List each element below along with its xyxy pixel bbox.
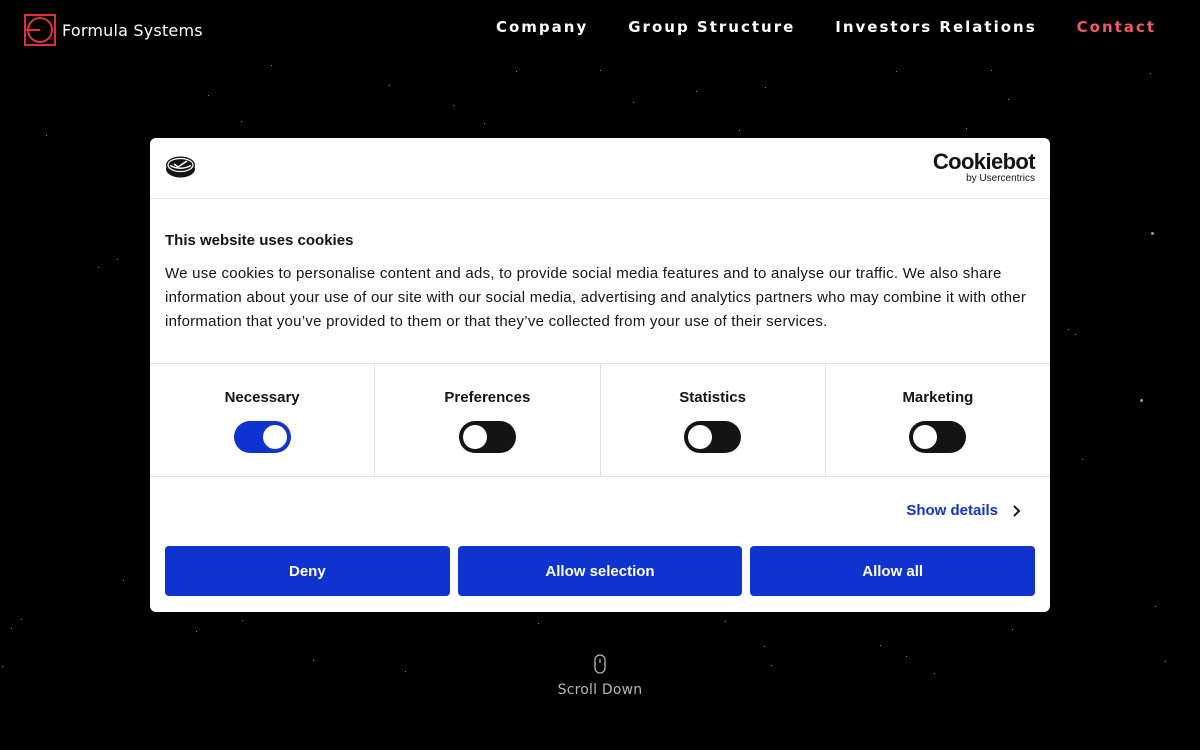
nav-item-company[interactable]: Company — [496, 18, 588, 36]
toggle-knob — [462, 425, 487, 449]
allow-selection-button[interactable]: Allow selection — [457, 546, 743, 596]
allow-all-button[interactable]: Allow all — [750, 546, 1036, 596]
category-label: Marketing — [902, 389, 974, 406]
cookiebot-byline: by Usercentrics — [966, 173, 1035, 184]
site-logo[interactable]: Formula Systems — [24, 14, 203, 46]
category-statistics: Statistics — [601, 364, 826, 476]
category-label: Preferences — [444, 389, 531, 406]
dialog-description: We use cookies to personalise content an… — [165, 265, 1027, 330]
marketing-toggle[interactable] — [909, 421, 967, 453]
preferences-toggle[interactable] — [458, 421, 516, 453]
cookie-icon — [166, 156, 195, 178]
mouse-icon — [594, 654, 606, 674]
main-navigation: Company Group Structure Investors Relati… — [456, 18, 1156, 36]
page: Formula Systems Company Group Structure … — [0, 0, 1200, 750]
category-marketing: Marketing — [826, 364, 1050, 476]
dialog-header: Cookiebot by Usercentrics — [150, 138, 1050, 199]
nav-item-group-structure[interactable]: Group Structure — [628, 18, 795, 36]
details-row: Show details — [150, 477, 1050, 545]
necessary-toggle[interactable] — [233, 421, 291, 453]
chevron-right-icon — [1013, 504, 1021, 517]
cookiebot-brand[interactable]: Cookiebot by Usercentrics — [932, 149, 1036, 185]
dialog-body: This website uses cookies We use cookies… — [150, 199, 1050, 364]
formula-systems-logo-icon — [24, 14, 56, 46]
scroll-down[interactable]: Scroll Down — [0, 654, 1200, 698]
site-name: Formula Systems — [62, 20, 203, 40]
category-necessary: Necessary — [150, 364, 376, 476]
consent-categories: Necessary Preferences Statistics Marketi… — [150, 364, 1050, 477]
show-details-link[interactable]: Show details — [906, 502, 1022, 519]
consent-buttons: Deny Allow selection Allow all — [165, 546, 1036, 596]
cookie-consent-dialog: Cookiebot by Usercentrics This website u… — [150, 138, 1050, 612]
toggle-knob — [262, 425, 287, 449]
show-details-label: Show details — [906, 502, 998, 519]
cookiebot-logo-text: Cookiebot — [932, 149, 1036, 174]
deny-button[interactable]: Deny — [165, 546, 450, 596]
category-label: Statistics — [679, 389, 746, 406]
statistics-toggle[interactable] — [684, 421, 742, 453]
category-preferences: Preferences — [375, 364, 601, 476]
nav-item-investors-relations[interactable]: Investors Relations — [835, 18, 1036, 36]
nav-item-contact[interactable]: Contact — [1077, 18, 1156, 36]
toggle-knob — [913, 425, 938, 449]
toggle-knob — [688, 425, 713, 449]
scroll-down-label: Scroll Down — [557, 682, 643, 698]
dialog-title: This website uses cookies — [165, 232, 354, 249]
category-label: Necessary — [224, 389, 300, 406]
